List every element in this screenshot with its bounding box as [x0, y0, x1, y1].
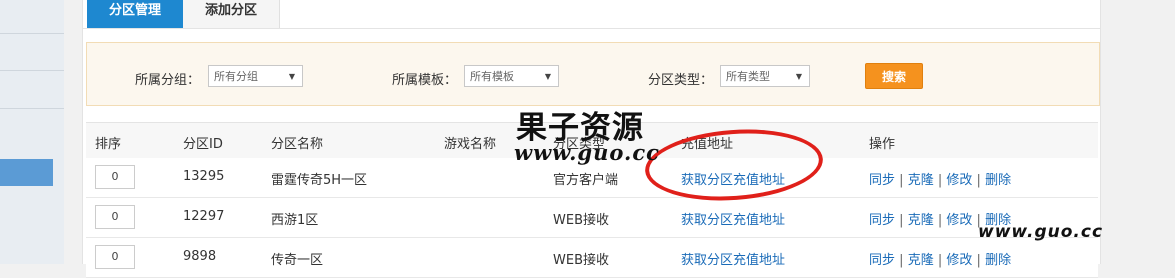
partition-name: 传奇一区 [271, 253, 324, 268]
clone-link[interactable]: 克隆 [908, 213, 934, 228]
template-filter-label: 所属模板： [392, 73, 458, 88]
header-recharge: 充值地址 [681, 137, 734, 152]
sidebar-divider [0, 108, 64, 109]
sort-input[interactable]: 0 [95, 165, 135, 189]
sync-link[interactable]: 同步 [869, 173, 895, 188]
template-select[interactable]: 所有模板 ▼ [464, 65, 559, 87]
table-row: 0 12297 西游1区 WEB接收 获取分区充值地址 同步 | 克隆 | 修改… [86, 198, 1098, 238]
edit-link[interactable]: 修改 [946, 253, 972, 268]
sync-link[interactable]: 同步 [869, 253, 895, 268]
sidebar-item-active[interactable] [0, 159, 53, 186]
sort-input[interactable]: 0 [95, 245, 135, 269]
separator: | [899, 173, 904, 188]
watermark-url: www.guo.cc [514, 140, 660, 165]
sidebar [0, 0, 64, 264]
group-select-value: 所有分组 [214, 70, 258, 83]
group-filter-label: 所属分组： [135, 73, 201, 88]
delete-link[interactable]: 删除 [985, 173, 1011, 188]
separator: | [937, 173, 943, 188]
sidebar-divider [0, 70, 64, 71]
chevron-down-icon: ▼ [544, 72, 551, 81]
separator: | [937, 213, 943, 228]
table-row: 0 9898 传奇一区 WEB接收 获取分区充值地址 同步 | 克隆 | 修改 … [86, 238, 1098, 278]
recharge-link[interactable]: 获取分区充值地址 [681, 169, 785, 188]
separator: | [976, 253, 981, 268]
partition-id: 13295 [183, 169, 225, 184]
clone-link[interactable]: 克隆 [908, 173, 934, 188]
partition-type: WEB接收 [553, 253, 609, 268]
chevron-down-icon: ▼ [795, 72, 802, 81]
separator: | [899, 253, 904, 268]
sidebar-divider [0, 33, 64, 34]
header-sort: 排序 [95, 137, 122, 152]
tab-partition-manage[interactable]: 分区管理 [87, 0, 183, 28]
separator: | [976, 173, 981, 188]
gutter [64, 0, 82, 264]
separator: | [899, 213, 904, 228]
header-game: 游戏名称 [444, 137, 497, 152]
partition-name: 西游1区 [271, 213, 319, 228]
separator: | [937, 253, 943, 268]
type-select-value: 所有类型 [726, 70, 770, 83]
partition-id: 9898 [183, 249, 217, 264]
edit-link[interactable]: 修改 [946, 213, 972, 228]
sync-link[interactable]: 同步 [869, 213, 895, 228]
group-select[interactable]: 所有分组 ▼ [208, 65, 303, 87]
partition-type: WEB接收 [553, 213, 609, 228]
header-actions: 操作 [869, 137, 896, 152]
template-select-value: 所有模板 [470, 70, 514, 83]
search-button[interactable]: 搜索 [865, 63, 923, 89]
header-id: 分区ID [183, 137, 223, 152]
partition-type: 官方客户端 [553, 173, 619, 188]
delete-link[interactable]: 删除 [985, 253, 1011, 268]
clone-link[interactable]: 克隆 [908, 253, 934, 268]
partition-id: 12297 [183, 209, 225, 224]
edit-link[interactable]: 修改 [946, 173, 972, 188]
tab-add-partition[interactable]: 添加分区 [183, 0, 280, 28]
filter-panel: 所属分组： 所有分组 ▼ 所属模板： 所有模板 ▼ 分区类型： 所有类型 ▼ 搜… [86, 42, 1100, 106]
watermark-url-corner: www.guo.cc [978, 222, 1104, 242]
row-actions: 同步 | 克隆 | 修改 | 删除 [869, 249, 1011, 268]
sort-input[interactable]: 0 [95, 205, 135, 229]
type-filter-label: 分区类型： [648, 73, 714, 88]
header-name: 分区名称 [271, 137, 324, 152]
recharge-link[interactable]: 获取分区充值地址 [681, 209, 785, 228]
partition-name: 雷霆传奇5H一区 [271, 173, 368, 188]
chevron-down-icon: ▼ [288, 72, 295, 81]
row-actions: 同步 | 克隆 | 修改 | 删除 [869, 169, 1011, 188]
tab-bar: 分区管理 添加分区 [83, 0, 1100, 29]
type-select[interactable]: 所有类型 ▼ [720, 65, 810, 87]
recharge-link[interactable]: 获取分区充值地址 [681, 249, 785, 268]
